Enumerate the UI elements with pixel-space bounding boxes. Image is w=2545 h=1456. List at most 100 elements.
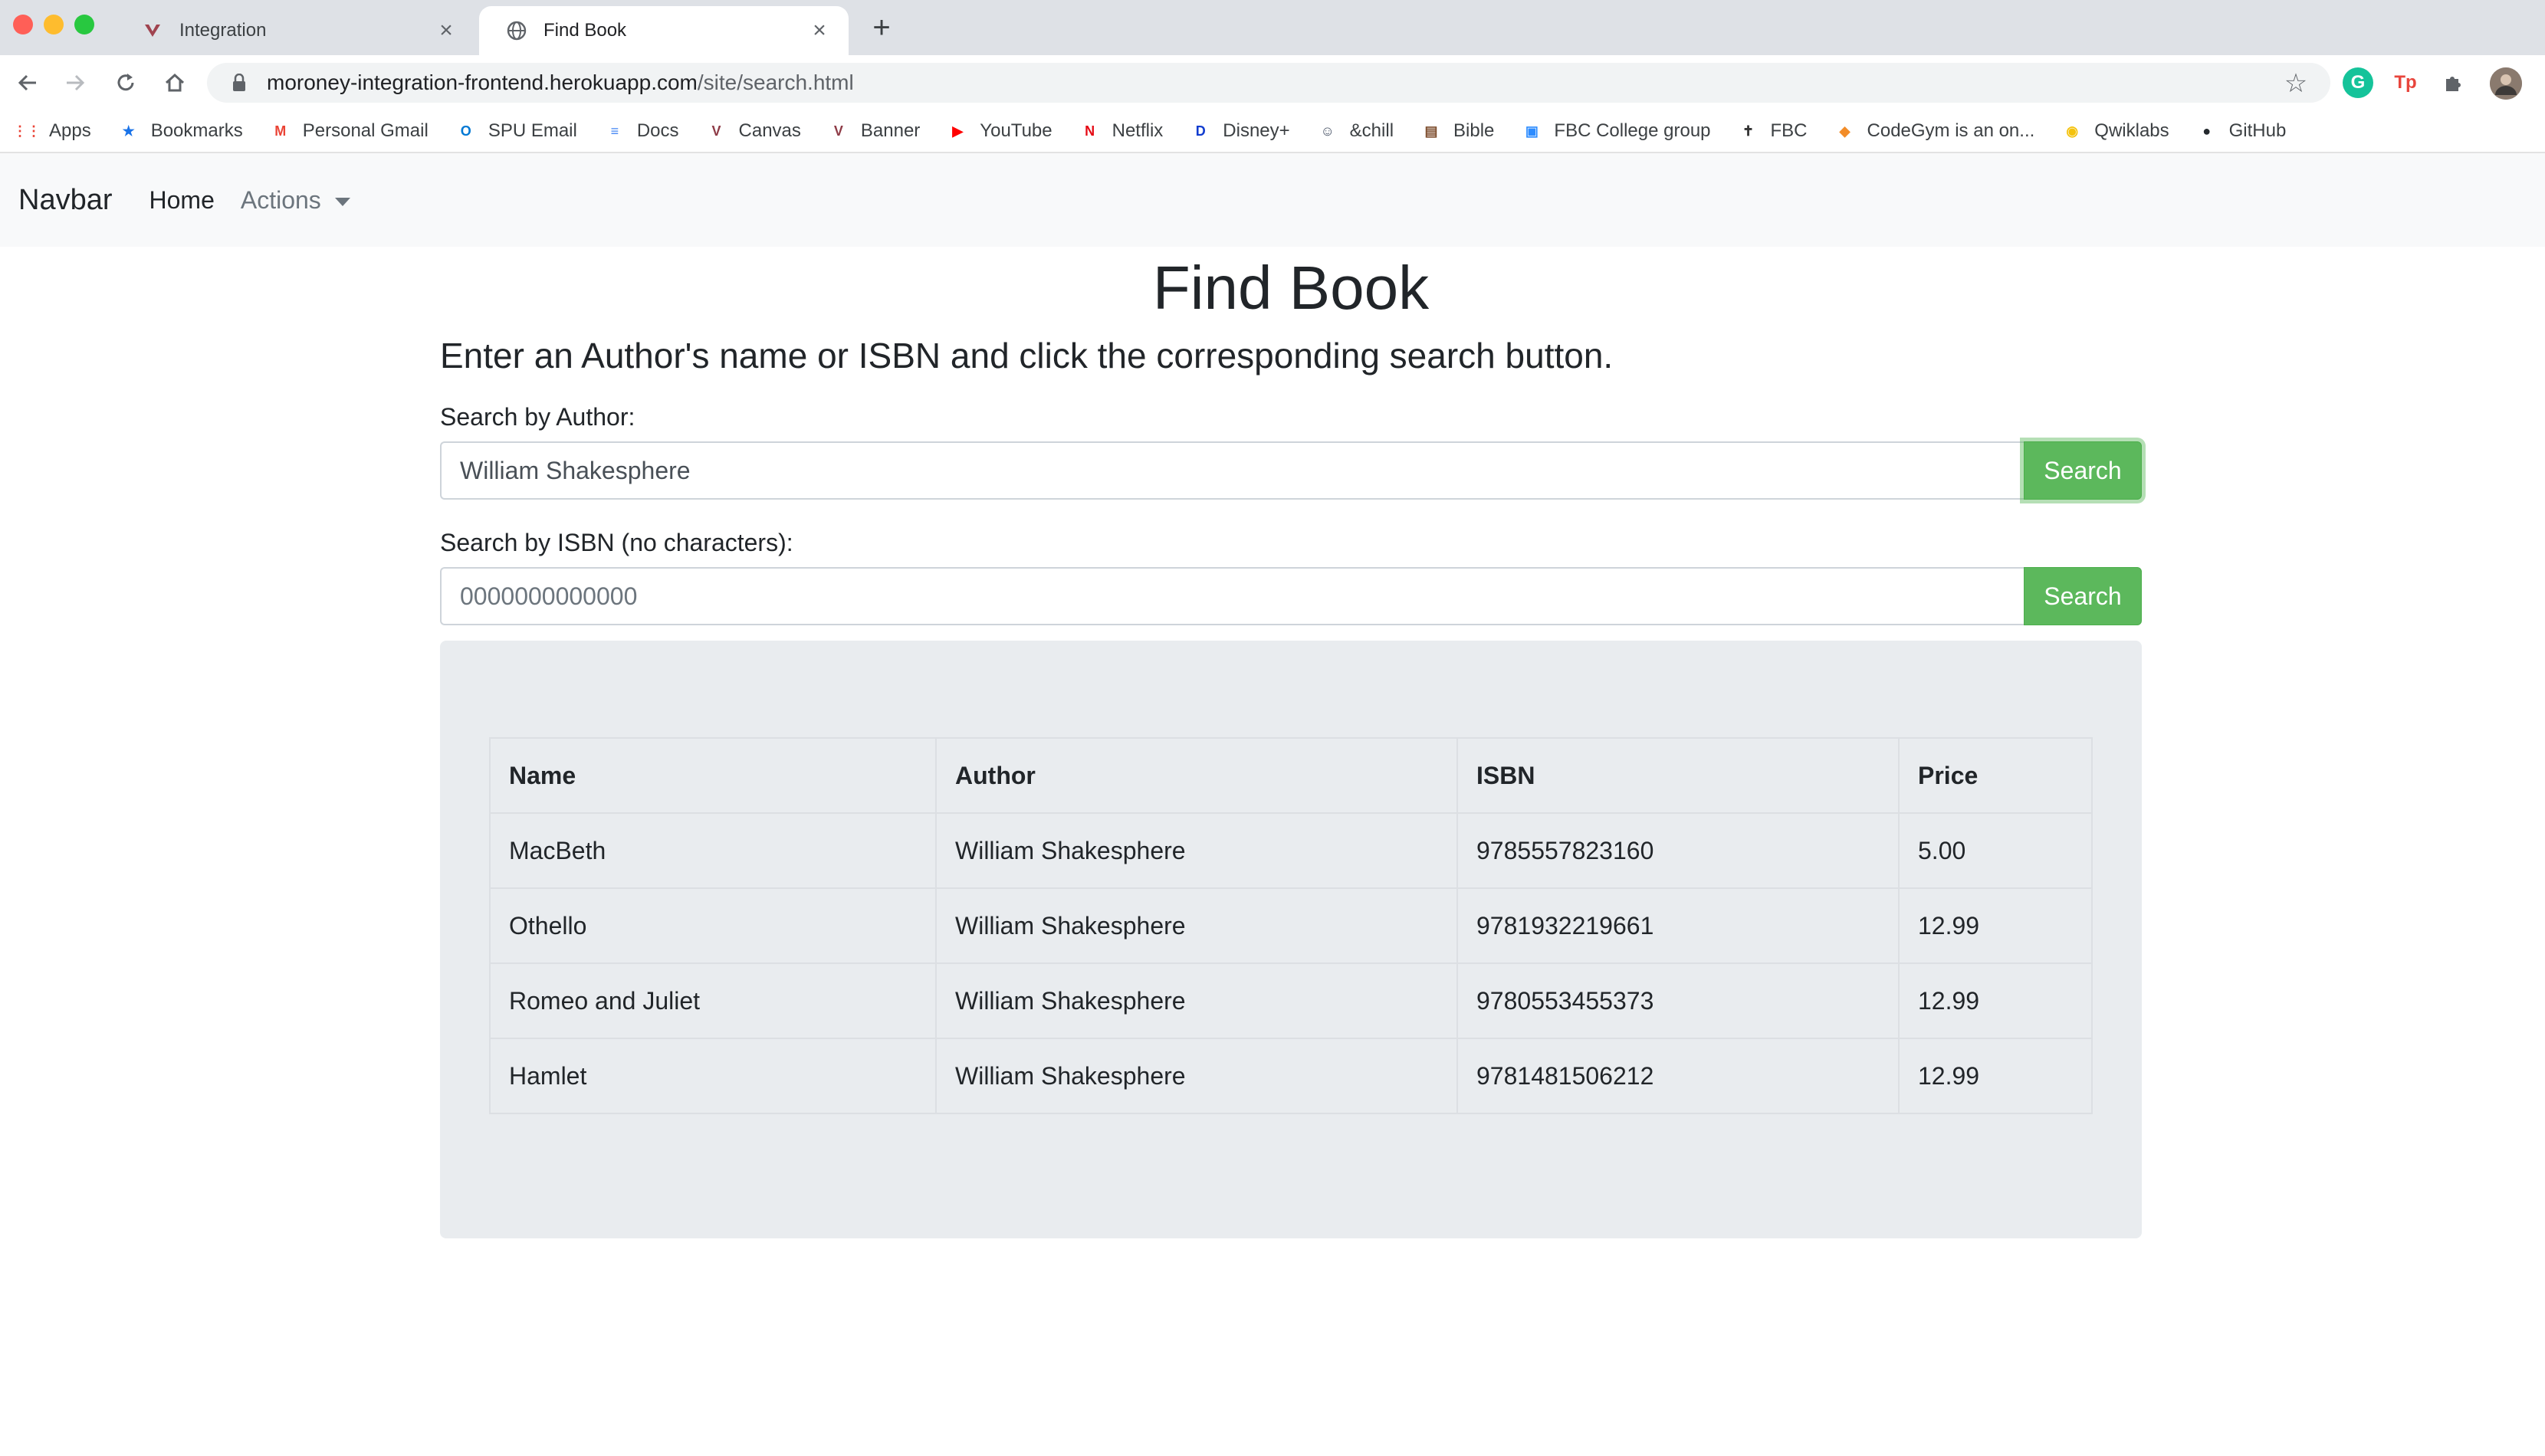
bookmark-label: Banner [860,120,921,141]
bookmark-bible[interactable]: ▤ Bible [1420,120,1495,143]
cell-price: 5.00 [1898,812,2093,889]
cell-name: Othello [489,887,937,964]
minimize-window-button[interactable] [44,15,64,34]
tab-find-book[interactable]: Find Book × [479,6,849,55]
isbn-search-button[interactable]: Search [2024,567,2142,625]
grammarly-icon[interactable]: G [2343,67,2373,98]
bookmark-label: Bible [1453,120,1495,141]
bookmark-zoom[interactable]: ▣ FBC College group [1520,120,1711,143]
bookmark-label: Qwiklabs [2094,120,2169,141]
cell-author: William Shakesphere [935,812,1458,889]
browser-tab-bar: Integration × Find Book × + [0,0,2545,55]
cell-name: Hamlet [489,1038,937,1114]
star-icon: ★ [122,123,135,139]
disney-icon: D [1195,123,1206,139]
column-header-author: Author [935,737,1458,814]
cell-name: Romeo and Juliet [489,962,937,1039]
bookmark-banner[interactable]: V Banner [827,120,920,143]
close-icon[interactable]: × [809,19,830,42]
bookmark-netflix[interactable]: N Netflix [1079,120,1163,143]
cell-isbn: 9781932219661 [1456,887,1900,964]
bookmark-codegym[interactable]: ◆ CodeGym is an on... [1834,120,2035,143]
bookmark-outlook[interactable]: O SPU Email [455,120,577,143]
table-row: MacBeth William Shakesphere 978555782316… [489,812,2093,889]
close-window-button[interactable] [13,15,33,34]
column-header-price: Price [1898,737,2093,814]
page-subtitle: Enter an Author's name or ISBN and click… [440,336,1614,375]
author-search-input[interactable] [440,441,2024,500]
canvas-logo-icon [141,19,164,42]
new-tab-button[interactable]: + [866,11,897,44]
bookmark-canvas[interactable]: V Canvas [705,120,801,143]
gmail-icon: M [274,123,287,139]
github-icon: ● [2202,123,2212,139]
cell-author: William Shakesphere [935,1038,1458,1114]
bookmark-qwiklabs[interactable]: ◉ Qwiklabs [2061,120,2169,143]
home-icon[interactable] [158,66,192,100]
bookmarks-bar: ⋮⋮ Apps ★ Bookmarks M Personal Gmail O SPU Emai… [0,110,2545,153]
results-table: Name Author ISBN Price MacBeth William S… [489,737,2093,1114]
bookmark-label: Bookmarks [150,120,243,141]
author-search-label: Search by Author: [440,403,635,431]
tab-integration[interactable]: Integration × [115,6,475,55]
bookmark-youtube[interactable]: ▶ YouTube [946,120,1052,143]
cross-icon: ✝ [1742,123,1755,139]
tp-extension-icon[interactable]: Tp [2390,67,2421,98]
bookmark-apps-grid[interactable]: ⋮⋮ Apps [13,120,91,143]
maximize-window-button[interactable] [74,15,94,34]
cell-price: 12.99 [1898,1038,2093,1114]
outlook-icon: O [460,123,471,139]
nav-actions-label: Actions [240,185,321,214]
lock-icon [230,72,248,93]
cell-isbn: 9780553455373 [1456,962,1900,1039]
url-host: moroney-integration-frontend.herokuapp.c… [267,71,698,94]
bookmark-label: Personal Gmail [302,120,429,141]
cell-name: MacBeth [489,812,937,889]
banner-icon: V [833,123,843,139]
extensions-puzzle-icon[interactable] [2438,67,2468,98]
codegym-icon: ◆ [1839,123,1850,139]
address-bar[interactable]: moroney-integration-frontend.herokuapp.c… [207,63,2330,103]
column-header-name: Name [489,737,937,814]
bookmark-star-icon[interactable]: ☆ [2283,69,2309,98]
bookmark-docs[interactable]: ≡ Docs [603,120,679,143]
tab-title: Find Book [543,20,627,41]
reload-icon[interactable] [109,66,143,100]
tab-title: Integration [179,20,267,41]
docs-icon: ≡ [610,123,619,139]
qwiklabs-icon: ◉ [2066,123,2079,139]
page-title: Find Book [1152,254,1430,322]
cell-price: 12.99 [1898,962,2093,1039]
url-path: /site/search.html [697,71,854,94]
back-arrow-icon[interactable] [11,66,44,100]
nav-actions-dropdown[interactable]: Actions [241,186,350,215]
nav-home-link[interactable]: Home [149,186,215,215]
bookmark-label: Docs [636,120,679,141]
isbn-search-label: Search by ISBN (no characters): [440,529,793,556]
profile-avatar[interactable] [2490,67,2522,100]
close-icon[interactable]: × [435,19,457,42]
results-panel: Name Author ISBN Price MacBeth William S… [440,641,2142,1238]
bookmark-label: FBC [1770,120,1808,141]
forward-arrow-icon[interactable] [58,66,92,100]
bookmark-cross[interactable]: ✝ FBC [1737,120,1808,143]
zoom-icon: ▣ [1525,123,1538,139]
chill-icon: ☺ [1320,123,1335,139]
isbn-search-input[interactable] [440,567,2024,625]
bookmark-github[interactable]: ● GitHub [2195,120,2287,143]
navbar-brand[interactable]: Navbar [18,184,113,217]
bookmark-gmail[interactable]: M Personal Gmail [269,120,429,143]
table-row: Hamlet William Shakesphere 9781481506212… [489,1038,2093,1114]
bookmark-star[interactable]: ★ Bookmarks [117,120,243,143]
table-row: Othello William Shakesphere 978193221966… [489,887,2093,964]
bookmark-label: Canvas [738,120,801,141]
table-header-row: Name Author ISBN Price [489,737,2093,814]
bible-icon: ▤ [1424,123,1438,139]
bookmark-chill[interactable]: ☺ &chill [1316,120,1394,143]
main-container: Find Book Enter an Author's name or ISBN… [440,247,2142,1238]
author-search-button[interactable]: Search [2024,441,2142,500]
cell-author: William Shakesphere [935,962,1458,1039]
bookmark-label: FBC College group [1554,120,1711,141]
bookmark-label: GitHub [2228,120,2287,141]
bookmark-disney[interactable]: D Disney+ [1189,120,1290,143]
